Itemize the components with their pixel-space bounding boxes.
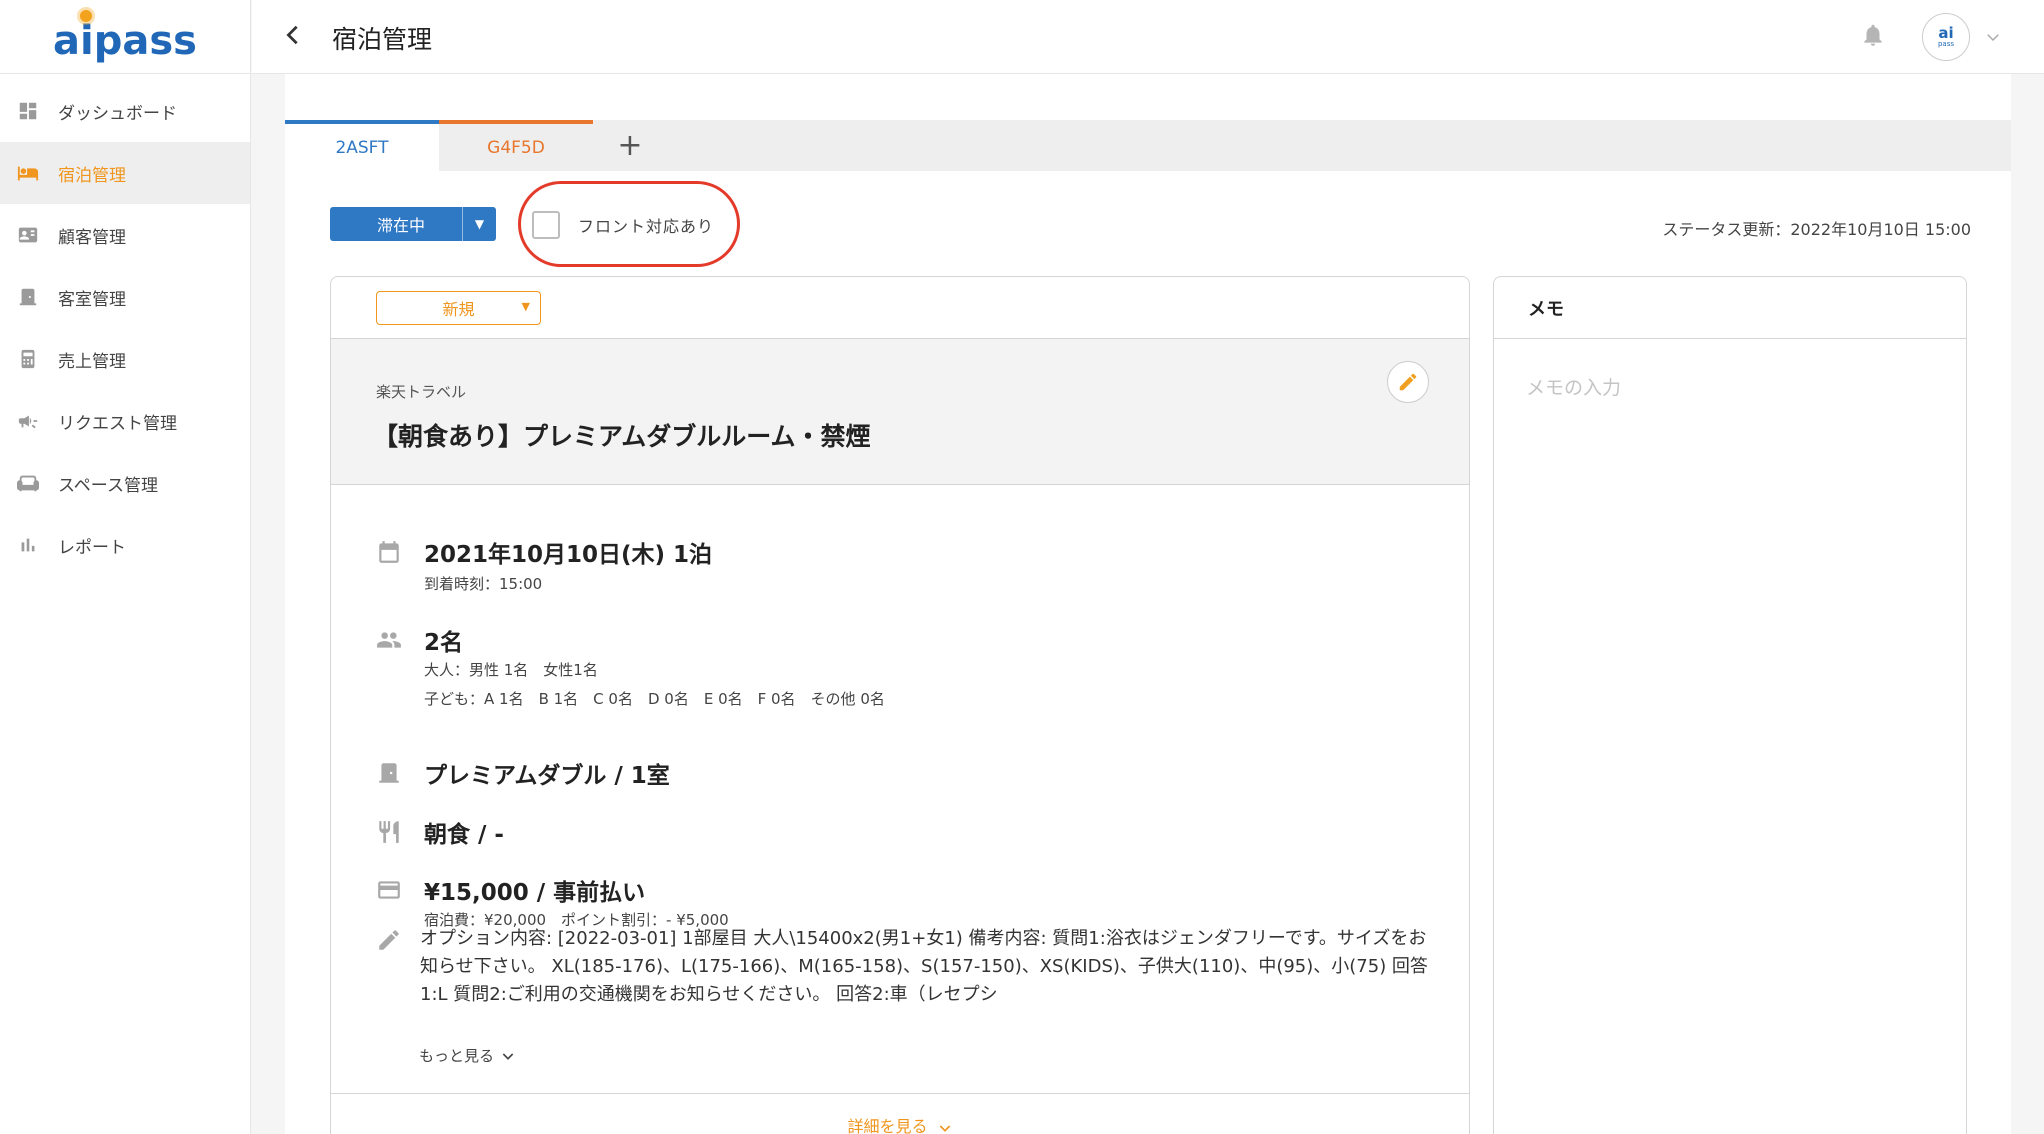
restaurant-icon xyxy=(376,819,404,847)
chevron-down-icon xyxy=(939,1124,950,1132)
plan-name: 【朝食あり】プレミアムダブルルーム・禁煙 xyxy=(373,422,871,451)
show-more-link[interactable]: もっと見る xyxy=(419,1045,516,1066)
room-info: プレミアムダブル / 1室 xyxy=(424,763,670,789)
plan-header: 楽天トラベル 【朝食あり】プレミアムダブルルーム・禁煙 xyxy=(331,339,1469,485)
view-details-link[interactable]: 詳細を見る xyxy=(331,1113,1469,1134)
sidebar-item-rooms[interactable]: 客室管理 xyxy=(0,266,250,328)
tab-g4f5d[interactable]: G4F5D xyxy=(439,120,593,171)
divider xyxy=(331,1093,1469,1094)
sidebar-item-dashboard[interactable]: ダッシュボード xyxy=(0,80,250,142)
reservation-card: 新規 ▼ 楽天トラベル 【朝食あり】プレミアムダブルルーム・禁煙 2021年10… xyxy=(330,276,1470,1134)
chevron-down-icon xyxy=(502,1052,514,1060)
sidebar-item-label: 宿泊管理 xyxy=(58,165,126,186)
sofa-icon xyxy=(16,471,40,495)
caret-down-icon: ▼ xyxy=(521,300,530,313)
show-more-label: もっと見る xyxy=(419,1047,495,1065)
memo-card: メモ xyxy=(1493,276,1967,1134)
notification-button[interactable] xyxy=(1860,22,1888,50)
account-menu-toggle[interactable] xyxy=(1984,28,2002,46)
agency-name: 楽天トラベル xyxy=(376,383,467,401)
sidebar-item-customers[interactable]: 顧客管理 xyxy=(0,204,250,266)
edit-button[interactable] xyxy=(1387,361,1429,403)
tab-2asft[interactable]: 2ASFT xyxy=(285,120,439,171)
back-button[interactable] xyxy=(278,20,308,50)
logo[interactable]: aipass xyxy=(0,0,250,74)
guest-count: 2名 xyxy=(424,630,464,656)
note-text: オプション内容: [2022-03-01] 1部屋目 大人\15400x2(男1… xyxy=(420,928,1428,1005)
price-total: ¥15,000 / 事前払い xyxy=(424,880,646,906)
chevron-down-icon xyxy=(1987,34,1999,42)
adults-breakdown: 大人：男性 1名 女性1名 xyxy=(424,661,598,679)
people-icon xyxy=(376,627,404,655)
credit-card-icon xyxy=(376,877,404,905)
logo-text: aipass xyxy=(53,17,197,64)
sidebar-item-label: スペース管理 xyxy=(58,475,158,496)
children-breakdown: 子ども：A 1名 B 1名 C 0名 D 0名 E 0名 F 0名 その他 0名 xyxy=(424,690,885,708)
dashboard-icon xyxy=(16,99,40,123)
status-dropdown[interactable]: 滞在中 ▼ xyxy=(330,207,496,241)
pencil-icon xyxy=(1399,373,1417,391)
stay-date: 2021年10月10日(木) 1泊 xyxy=(424,542,713,568)
front-desk-checkbox[interactable]: フロント対応あり xyxy=(532,211,714,239)
sidebar-item-label: ダッシュボード xyxy=(58,103,177,124)
calendar-icon xyxy=(376,539,404,567)
avatar-subtext: pass xyxy=(1937,40,1955,48)
add-tab-button[interactable]: + xyxy=(615,128,645,163)
sidebar: aipass ダッシュボード 宿泊管理 顧客管理 客室管理 売上管理 リクエスト… xyxy=(0,0,251,1134)
avatar-text: ai xyxy=(1938,24,1954,42)
sidebar-item-report[interactable]: レポート xyxy=(0,514,250,576)
sidebar-item-label: 客室管理 xyxy=(58,289,126,310)
front-desk-label: フロント対応あり xyxy=(578,217,715,236)
door-icon xyxy=(16,285,40,309)
pencil-icon xyxy=(376,927,404,955)
meal-info: 朝食 / - xyxy=(424,822,504,848)
door-icon xyxy=(376,760,404,788)
arrival-time: 到着時刻：15:00 xyxy=(424,575,543,593)
reservation-tabs: 2ASFT G4F5D + xyxy=(285,120,2011,171)
caret-down-icon: ▼ xyxy=(462,207,496,241)
sidebar-item-label: リクエスト管理 xyxy=(58,413,177,434)
reservation-type-label: 新規 xyxy=(442,300,475,319)
megaphone-icon xyxy=(16,409,40,433)
bed-icon xyxy=(16,161,40,185)
calculator-icon xyxy=(16,347,40,371)
avatar[interactable]: ai pass xyxy=(1922,13,1970,61)
sidebar-item-label: 顧客管理 xyxy=(58,227,126,248)
sidebar-item-stay[interactable]: 宿泊管理 xyxy=(0,142,250,204)
sidebar-item-space[interactable]: スペース管理 xyxy=(0,452,250,514)
bell-icon xyxy=(1864,24,1882,46)
card-header: 新規 ▼ xyxy=(331,277,1469,339)
chevron-left-icon xyxy=(286,25,298,45)
topbar: 宿泊管理 ai pass xyxy=(252,0,2044,74)
reservation-note: オプション内容: [2022-03-01] 1部屋目 大人\15400x2(男1… xyxy=(376,925,1436,1009)
bar-chart-icon xyxy=(16,533,40,557)
view-details-label: 詳細を見る xyxy=(847,1117,928,1134)
sidebar-item-label: 売上管理 xyxy=(58,351,126,372)
sidebar-item-sales[interactable]: 売上管理 xyxy=(0,328,250,390)
main-panel: 2ASFT G4F5D + 滞在中 ▼ フロント対応あり ステータス更新：202… xyxy=(285,74,2011,1134)
status-updated-time: ステータス更新：2022年10月10日 15:00 xyxy=(1662,220,1971,239)
customer-card-icon xyxy=(16,223,40,247)
memo-input[interactable] xyxy=(1526,377,1936,399)
sidebar-nav: ダッシュボード 宿泊管理 顧客管理 客室管理 売上管理 リクエスト管理 スペース… xyxy=(0,80,250,576)
sidebar-item-requests[interactable]: リクエスト管理 xyxy=(0,390,250,452)
reservation-type-select[interactable]: 新規 ▼ xyxy=(376,291,541,325)
sidebar-item-label: レポート xyxy=(58,537,126,558)
memo-title: メモ xyxy=(1494,277,1966,339)
page-title: 宿泊管理 xyxy=(332,25,433,54)
checkbox[interactable] xyxy=(532,211,560,239)
status-label: 滞在中 xyxy=(376,216,425,235)
logo-sun-icon xyxy=(80,10,92,22)
